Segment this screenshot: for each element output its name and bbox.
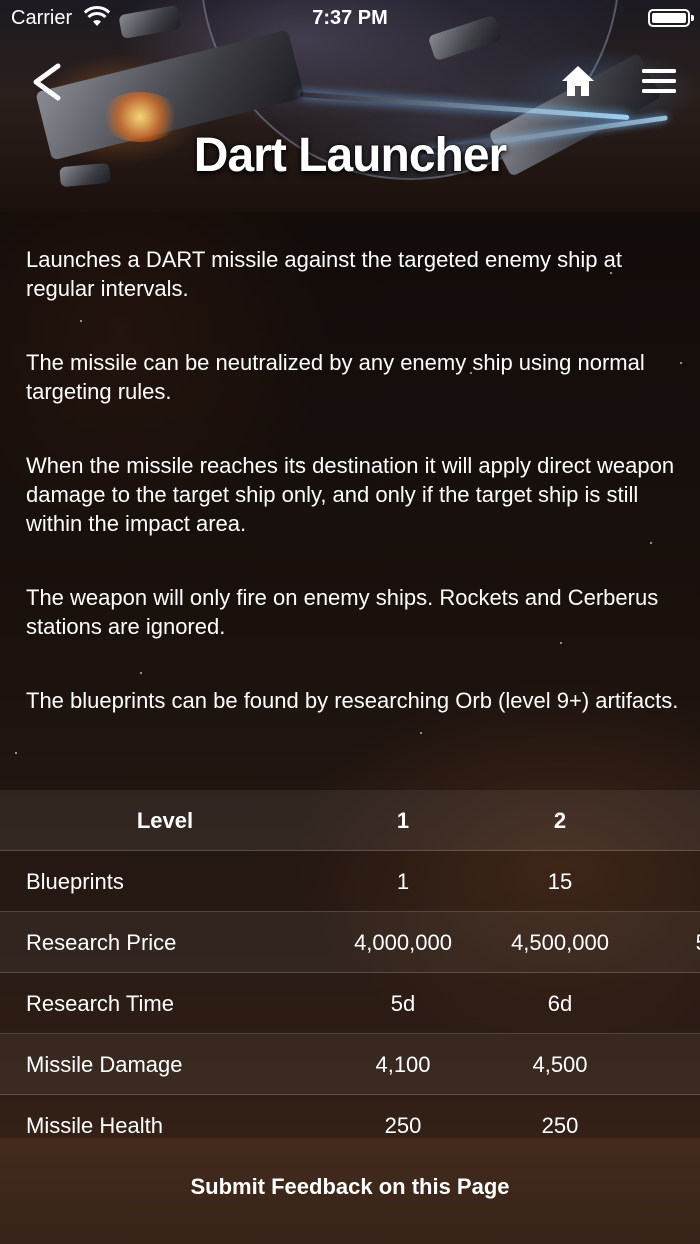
footer-bar: Submit Feedback on this Page bbox=[0, 1138, 700, 1244]
table-cell: 250 bbox=[384, 1113, 422, 1138]
table-header-cell: 2 bbox=[553, 808, 567, 833]
page-title: Dart Launcher bbox=[193, 129, 507, 182]
table-cell: 4,000,000 bbox=[354, 930, 452, 955]
row-label: Blueprints bbox=[26, 869, 124, 894]
header-banner: Carrier 7:37 PM Dart Launcher bbox=[0, 0, 700, 212]
hamburger-menu-icon[interactable] bbox=[642, 68, 676, 94]
star-decoration bbox=[560, 642, 562, 644]
table-cell: 5d bbox=[390, 991, 416, 1016]
table-cell: 2 bbox=[637, 1113, 700, 1138]
star-decoration bbox=[140, 672, 142, 674]
star-decoration bbox=[80, 320, 82, 322]
table-row: Research Price 4,000,000 4,500,000 5,00 bbox=[0, 912, 700, 973]
description-paragraph: The missile can be neutralized by any en… bbox=[26, 350, 645, 404]
home-icon[interactable] bbox=[560, 64, 596, 98]
description-paragraph: When the missile reaches its destination… bbox=[26, 453, 675, 536]
table-row: Blueprints 1 15 bbox=[0, 851, 700, 912]
table-header-row: Level 1 2 bbox=[0, 790, 700, 851]
description-paragraph: Launches a DART missile against the targ… bbox=[26, 247, 622, 301]
row-label: Research Price bbox=[26, 930, 177, 955]
table-header-cell: 1 bbox=[396, 808, 410, 833]
star-decoration bbox=[420, 732, 422, 734]
table-cell: 250 bbox=[541, 1113, 579, 1138]
description-paragraph: The blueprints can be found by researchi… bbox=[26, 688, 679, 713]
table-row: Missile Damage 4,100 4,500 4 bbox=[0, 1034, 700, 1095]
battery-icon bbox=[648, 9, 694, 27]
row-label: Research Time bbox=[26, 991, 174, 1016]
row-label: Missile Damage bbox=[26, 1052, 183, 1077]
back-button[interactable] bbox=[28, 62, 68, 102]
star-decoration bbox=[15, 752, 17, 754]
table-cell: 4 bbox=[637, 1052, 700, 1078]
table-row: Missile Health 250 250 2 bbox=[0, 1095, 700, 1138]
table-cell: 5,00 bbox=[637, 930, 700, 956]
description-paragraph: The weapon will only fire on enemy ships… bbox=[26, 585, 659, 639]
stats-table[interactable]: Level 1 2 Blueprints 1 15 Research Price… bbox=[0, 790, 700, 1138]
clock: 7:37 PM bbox=[312, 7, 388, 29]
row-label: Missile Health bbox=[26, 1113, 163, 1138]
star-decoration bbox=[650, 542, 652, 544]
submit-feedback-button[interactable]: Submit Feedback on this Page bbox=[0, 1174, 700, 1200]
table-row: Research Time 5d 6d bbox=[0, 973, 700, 1034]
table-cell: 6d bbox=[547, 991, 573, 1016]
table-header-label: Level bbox=[136, 808, 194, 833]
table-cell: 4,100 bbox=[375, 1052, 431, 1077]
table-cell: 4,500,000 bbox=[511, 930, 609, 955]
table-cell: 15 bbox=[547, 869, 573, 894]
table-cell: 4,500 bbox=[532, 1052, 588, 1077]
table-cell: 1 bbox=[396, 869, 410, 894]
status-bar: Carrier 7:37 PM bbox=[0, 0, 700, 36]
